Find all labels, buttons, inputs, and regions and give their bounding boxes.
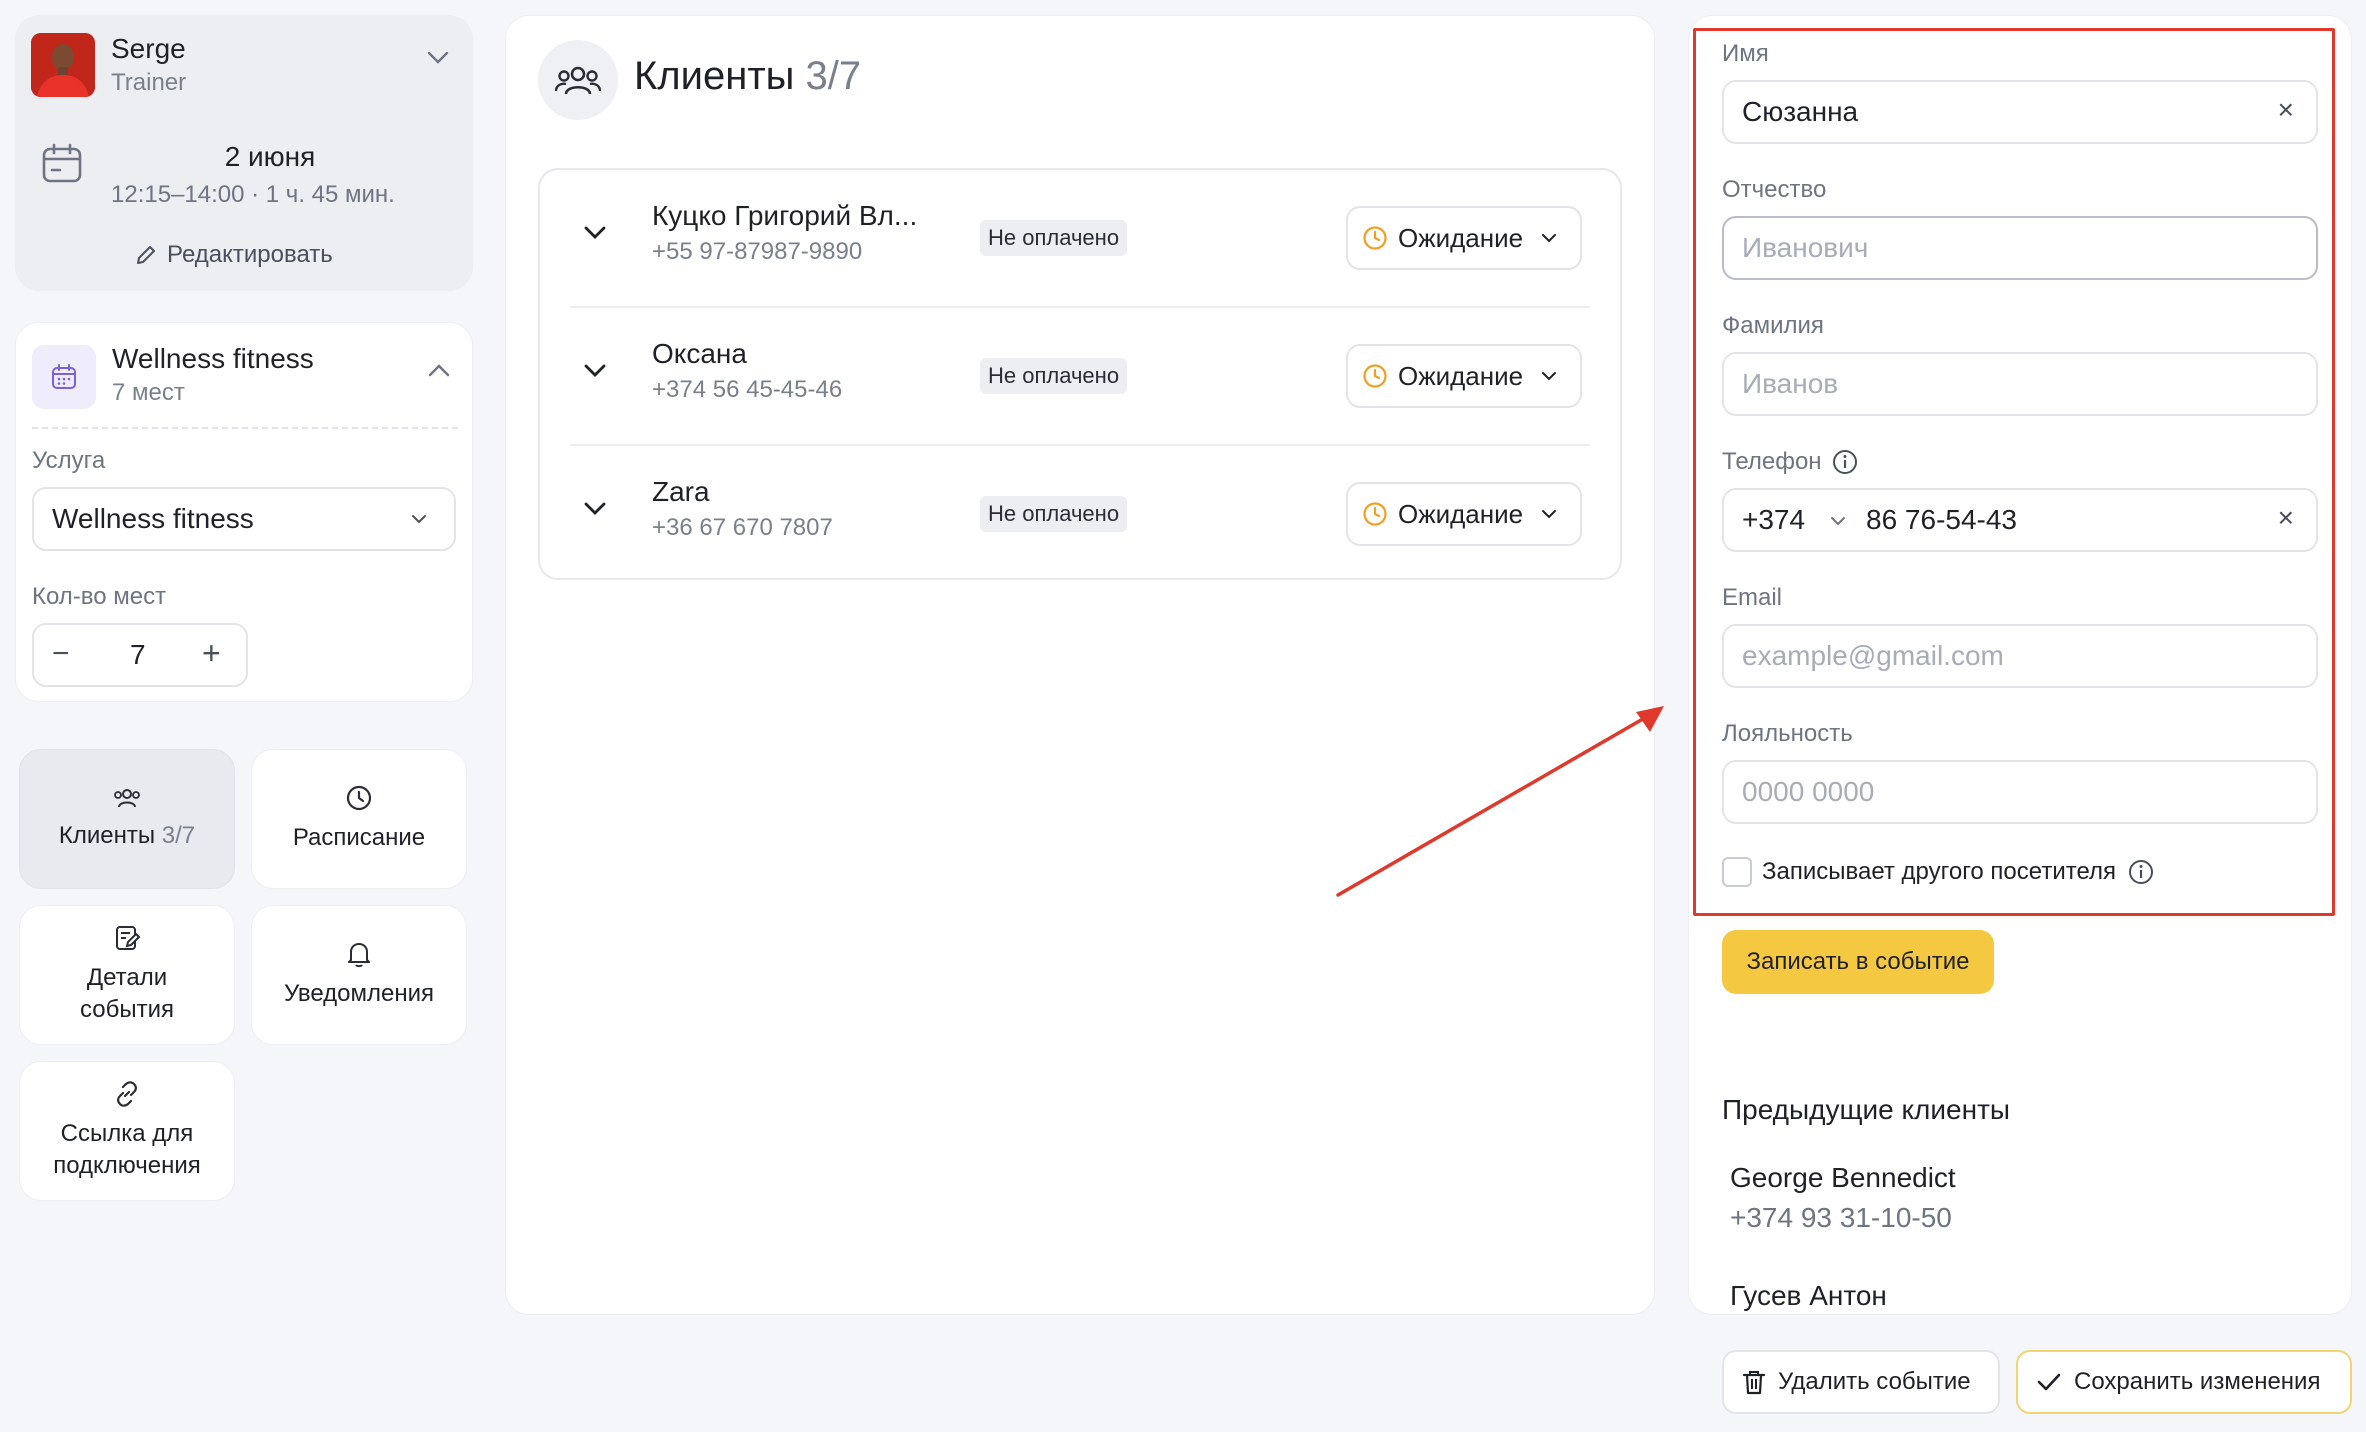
seats-label: Кол-во мест — [32, 583, 167, 610]
list-item[interactable]: Гусев Антон — [1730, 1280, 1887, 1312]
trash-icon — [1742, 1369, 1766, 1395]
pencil-icon — [135, 244, 157, 266]
calendar-icon — [41, 143, 83, 185]
tile-details[interactable]: Детали события — [19, 905, 235, 1045]
tile-link-label: Ссылка для подключения — [53, 1120, 201, 1179]
tile-clients-label: Клиенты 3/7 — [58, 822, 196, 849]
divider — [32, 427, 458, 429]
clock-icon — [1362, 501, 1388, 527]
previous-client-name: George Bennedict — [1730, 1162, 1956, 1193]
payment-badge: Не оплачено — [980, 220, 1128, 256]
trainer-card: Serge Trainer 2 июня 12:15–14:00 · 1 ч. … — [15, 15, 473, 291]
trainer-role: Trainer — [111, 69, 187, 96]
users-icon — [112, 786, 142, 810]
client-phone: +55 97-87987-9890 — [652, 238, 863, 265]
client-phone: +36 67 670 7807 — [652, 514, 833, 541]
service-seats: 7 мест — [112, 379, 185, 406]
table-row[interactable]: Куцко Григорий Вл... +55 97-87987-9890 Н… — [540, 170, 1620, 308]
edit-event-link[interactable]: Редактировать — [135, 241, 333, 269]
increment-button[interactable]: + — [202, 635, 221, 672]
previous-clients-title: Предыдущие клиенты — [1722, 1094, 2011, 1125]
link-icon — [113, 1080, 141, 1108]
delete-label: Удалить событие — [1778, 1368, 1971, 1395]
tile-link[interactable]: Ссылка для подключения — [19, 1061, 235, 1201]
tile-clients[interactable]: Клиенты 3/7 — [19, 749, 235, 889]
page-title: Клиенты 3/7 — [634, 54, 862, 98]
save-changes-button[interactable]: Сохранить изменения — [2016, 1350, 2352, 1414]
table-row[interactable]: Оксана +374 56 45-45-46 Не оплачено Ожид… — [540, 308, 1620, 446]
service-card: Wellness fitness 7 мест Услуга Wellness … — [15, 322, 473, 702]
highlight-box — [1693, 28, 2335, 916]
users-icon — [538, 40, 618, 120]
service-name: Wellness fitness — [112, 343, 314, 374]
chevron-down-icon — [1541, 509, 1557, 519]
event-date: 2 июня — [224, 141, 316, 172]
client-name: Оксана — [652, 338, 747, 369]
chevron-down-icon[interactable] — [584, 502, 606, 516]
service-label: Услуга — [32, 447, 106, 474]
status-label: Ожидание — [1398, 498, 1524, 529]
previous-client-name: Гусев Антон — [1730, 1280, 1887, 1311]
chevron-down-icon[interactable] — [584, 364, 606, 378]
check-icon — [2036, 1372, 2062, 1392]
client-name: Куцко Григорий Вл... — [652, 200, 918, 231]
tile-schedule-label: Расписание — [292, 824, 426, 851]
status-label: Ожидание — [1398, 222, 1524, 253]
status-dropdown[interactable]: Ожидание — [1346, 206, 1582, 270]
annotation-arrow — [1336, 706, 1664, 897]
event-time: 12:15–14:00 · 1 ч. 45 мин. — [111, 181, 395, 208]
chevron-up-icon[interactable] — [428, 363, 450, 377]
payment-badge: Не оплачено — [980, 496, 1128, 532]
status-dropdown[interactable]: Ожидание — [1346, 482, 1582, 546]
tile-schedule[interactable]: Расписание — [251, 749, 467, 889]
decrement-button[interactable]: − — [52, 637, 70, 671]
add-to-event-button[interactable]: Записать в событие — [1722, 930, 1994, 994]
clock-icon — [1362, 225, 1388, 251]
chevron-down-icon[interactable] — [584, 226, 606, 240]
previous-client-phone: +374 93 31-10-50 — [1730, 1202, 1952, 1233]
edit-document-icon — [113, 924, 141, 952]
service-calendar-icon — [32, 345, 96, 409]
chevron-down-icon — [1541, 233, 1557, 243]
status-dropdown[interactable]: Ожидание — [1346, 344, 1582, 408]
trainer-name: Serge — [111, 33, 186, 64]
table-row[interactable]: Zara +36 67 670 7807 Не оплачено Ожидани… — [540, 446, 1620, 584]
client-name: Zara — [652, 476, 710, 507]
service-select[interactable]: Wellness fitness — [32, 487, 456, 551]
tile-notifications-label: Уведомления — [283, 980, 435, 1007]
save-label: Сохранить изменения — [2074, 1368, 2321, 1395]
chevron-down-icon — [410, 513, 428, 525]
seats-stepper: − 7 + — [32, 623, 248, 687]
tile-notifications[interactable]: Уведомления — [251, 905, 467, 1045]
chevron-down-icon — [1541, 371, 1557, 381]
clock-icon — [345, 784, 373, 812]
service-select-value: Wellness fitness — [52, 503, 254, 534]
client-phone: +374 56 45-45-46 — [652, 376, 843, 403]
status-label: Ожидание — [1398, 360, 1524, 391]
client-list: Куцко Григорий Вл... +55 97-87987-9890 Н… — [538, 168, 1622, 580]
seats-value[interactable]: 7 — [130, 639, 146, 671]
edit-label: Редактировать — [167, 241, 333, 268]
avatar — [31, 33, 95, 97]
tile-details-label: Детали события — [79, 964, 174, 1023]
list-item[interactable]: George Bennedict +374 93 31-10-50 — [1730, 1162, 1956, 1234]
payment-badge: Не оплачено — [980, 358, 1128, 394]
bell-icon — [346, 940, 372, 968]
clients-panel: Клиенты 3/7 Куцко Григорий Вл... +55 97-… — [505, 15, 1655, 1315]
chevron-down-icon[interactable] — [427, 51, 449, 65]
clock-icon — [1362, 363, 1388, 389]
delete-event-button[interactable]: Удалить событие — [1722, 1350, 2000, 1414]
